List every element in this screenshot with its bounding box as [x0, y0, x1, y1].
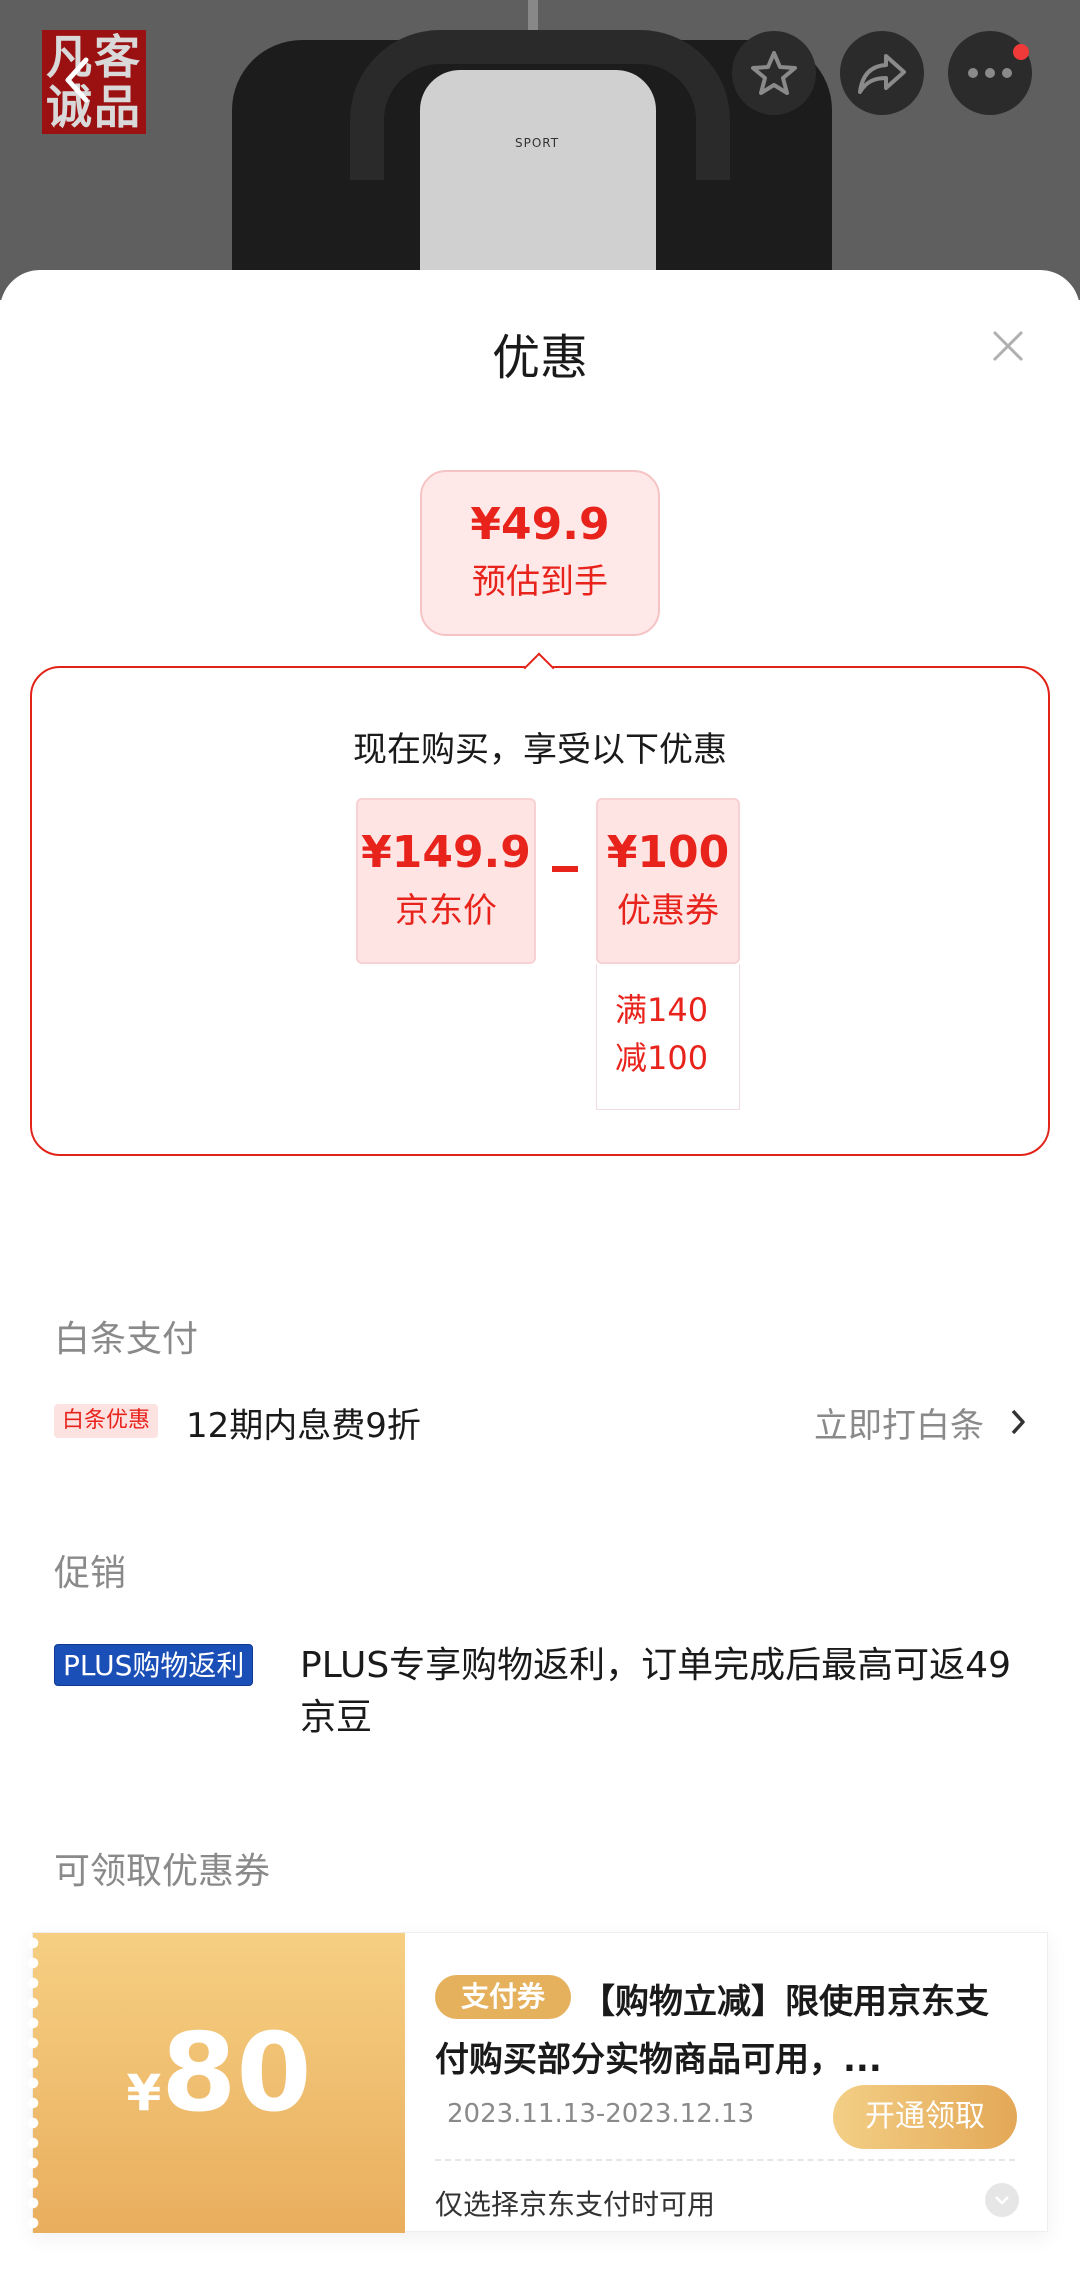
favorite-button[interactable]: [732, 31, 816, 115]
more-dots-icon: [968, 68, 1012, 78]
back-button[interactable]: [36, 38, 120, 122]
coupon-amount: ¥80: [33, 2011, 405, 2136]
promotion-section-title: 促销: [54, 1553, 127, 1594]
coupon-currency: ¥: [126, 2064, 162, 2122]
baitiao-text: 12期内息费9折: [186, 1406, 421, 1446]
coupon-condition-line2: 减100: [615, 1039, 709, 1077]
coupon-type-tag: 支付券: [435, 1975, 572, 2019]
share-button[interactable]: [840, 31, 924, 115]
close-icon: [992, 330, 1024, 362]
sheet-title: 优惠: [491, 330, 588, 386]
coupon-footer-note: 仅选择京东支付时可用: [435, 2188, 716, 2221]
estimated-price: ¥49.9: [470, 499, 610, 550]
jd-price-value: ¥149.9: [361, 827, 531, 878]
coupon-validity-date: 2023.11.13-2023.12.13: [447, 2099, 755, 2129]
plus-rebate-tag: PLUS购物返利: [54, 1644, 254, 1686]
coupon-amount-value: 80: [161, 2011, 312, 2136]
calculation-heading: 现在购买，享受以下优惠: [353, 730, 727, 770]
coupon-card: ¥100 优惠券: [596, 798, 740, 964]
jd-price-label: 京东价: [395, 891, 497, 931]
star-icon: [751, 51, 797, 95]
coupon-label: 优惠券: [617, 891, 719, 931]
coupons-section-title: 可领取优惠券: [54, 1851, 271, 1892]
coupon-ticket[interactable]: ¥80 【购物立减】限使用京东支付购买部分实物商品可用，... 支付券 2023…: [25, 1932, 1048, 2233]
expand-button[interactable]: [985, 2183, 1019, 2217]
close-button[interactable]: [984, 322, 1032, 370]
product-collar-image: [350, 30, 730, 180]
back-arrow-icon: [65, 57, 89, 103]
chevron-down-icon: [995, 2196, 1009, 2205]
coupon-condition: 满140 减100: [596, 964, 740, 1110]
share-icon: [858, 54, 906, 94]
baitiao-section-title: 白条支付: [54, 1319, 199, 1360]
estimated-price-label: 预估到手: [472, 562, 608, 602]
estimated-price-badge: ¥49.9 预估到手: [420, 470, 660, 636]
notification-dot: [1013, 44, 1029, 60]
hanger-label: SPORT: [515, 136, 560, 150]
product-image-area: 凡客 诚品 SPORT: [0, 0, 1080, 300]
jd-price-card: ¥149.9 京东价: [356, 798, 536, 964]
coupon-value: ¥100: [606, 827, 730, 878]
ticket-divider: [435, 2159, 1015, 2161]
chevron-right-icon[interactable]: [1004, 1402, 1032, 1442]
baitiao-action-link[interactable]: 立即打白条: [814, 1398, 984, 1447]
baitiao-tag: 白条优惠: [54, 1404, 159, 1438]
plus-rebate-text: PLUS专享购物返利，订单完成后最高可返49京豆: [300, 1645, 1011, 1738]
minus-sign: [552, 866, 578, 872]
coupon-amount-panel: ¥80: [25, 1933, 405, 2233]
coupon-condition-line1: 满140: [615, 991, 709, 1029]
claim-coupon-button[interactable]: 开通领取: [833, 2085, 1017, 2149]
